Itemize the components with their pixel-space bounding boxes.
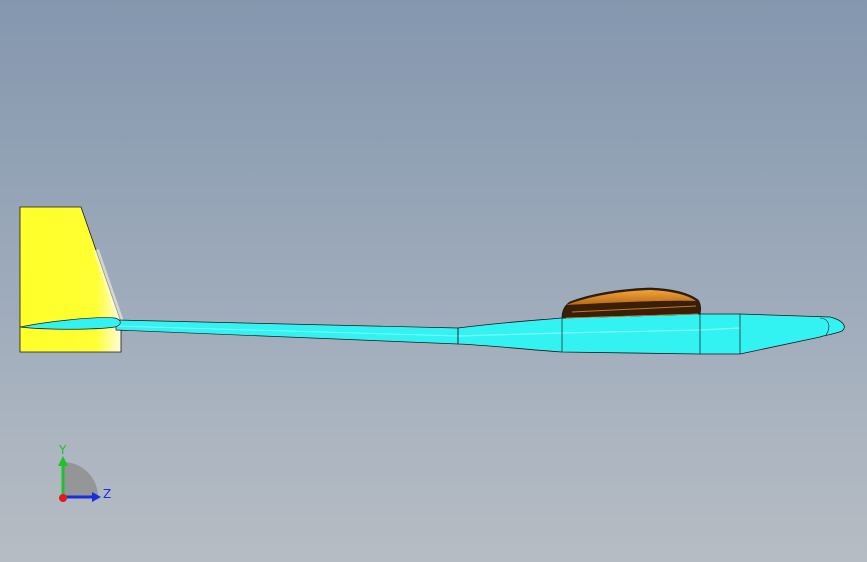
vertical-fin[interactable] [19, 206, 124, 353]
z-axis-label: Z [103, 487, 111, 501]
tail-boom[interactable] [115, 319, 459, 345]
y-axis-arrowhead [58, 456, 68, 466]
graphics-viewport[interactable]: Y Z [0, 0, 867, 562]
canopy[interactable] [561, 287, 701, 319]
y-axis-label: Y [58, 443, 67, 457]
x-axis-dot [59, 494, 67, 502]
coordinate-triad: Y Z [58, 443, 111, 502]
glider-model[interactable] [0, 0, 867, 562]
triad-plane-quadrant [63, 462, 98, 497]
fuselage[interactable] [457, 313, 845, 355]
